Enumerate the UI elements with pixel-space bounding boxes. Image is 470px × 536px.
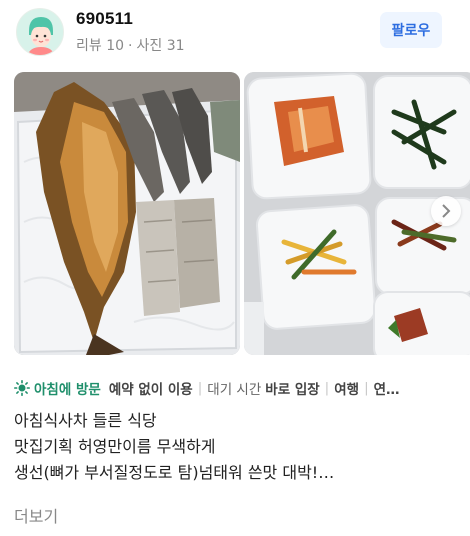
photo-carousel[interactable] [0, 72, 470, 355]
tag-separator: | [197, 380, 203, 396]
stats-separator: · [128, 38, 133, 54]
review-line: 맛집기획 허영만이름 무색하게 [14, 437, 216, 456]
review-photo-stats: 리뷰 10 · 사진 31 [76, 35, 185, 55]
carousel-next-button[interactable] [431, 196, 461, 226]
review-count: 리뷰 10 [76, 38, 125, 54]
sun-icon [14, 380, 30, 396]
username[interactable]: 690511 [76, 9, 133, 29]
wait-time-label: 대기 시간 [207, 382, 262, 398]
tag-separator: | [364, 380, 369, 396]
tag-separator: | [324, 380, 330, 396]
review-text: 아침식사차 들른 식당 맛집기획 허영만이름 무색하게 생선(뼈가 부서질정도로… [14, 408, 454, 486]
visit-time-tag: 아침에 방문 [34, 382, 101, 398]
visit-tags: 아침에 방문 예약 없이 이용 | 대기 시간 바로 입장 | 여행 | 연… [14, 378, 470, 398]
follow-button[interactable]: 팔로우 [380, 12, 442, 48]
purpose-tag: 여행 [334, 382, 360, 398]
wait-time-value: 바로 입장 [265, 382, 320, 398]
review-line: 생선(뼈가 부서질정도로 탐)넘태워 쓴맛 대박!… [14, 463, 335, 482]
read-more-link[interactable]: 더보기 [14, 503, 58, 527]
review-line: 아침식사차 들른 식당 [14, 411, 157, 430]
review-header: 690511 리뷰 10 · 사진 31 팔로우 [0, 0, 470, 64]
reservation-tag: 예약 없이 이용 [108, 382, 193, 398]
chevron-right-icon [442, 204, 451, 218]
person-avatar-icon[interactable] [16, 8, 64, 56]
more-tags: 연… [373, 382, 400, 398]
review-photo-grilled-fish[interactable] [14, 72, 240, 355]
photo-count: 사진 31 [136, 38, 185, 54]
